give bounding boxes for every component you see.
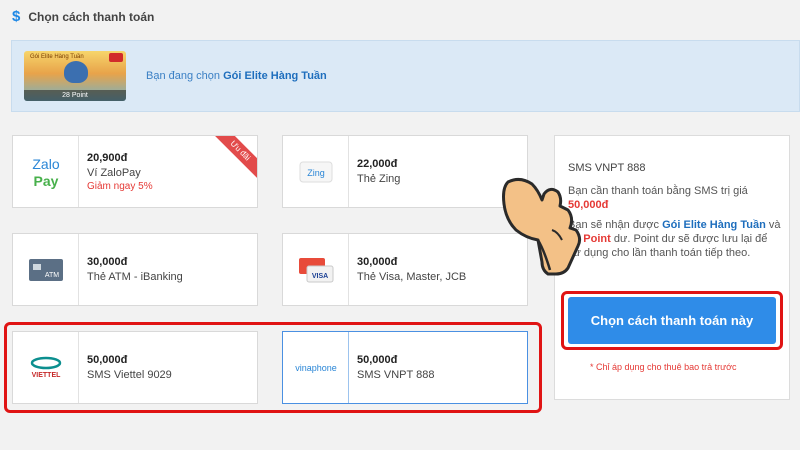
method-price: 20,900đ <box>87 151 128 164</box>
promo-ribbon: Ưu đãi <box>210 136 257 181</box>
prepaid-note: * Chỉ áp dụng cho thuê bao trả trước <box>590 362 737 372</box>
payment-method-visa[interactable]: VISA 30,000đ Thẻ Visa, Master, JCB <box>282 233 528 306</box>
method-price: 22,000đ <box>357 158 398 170</box>
svg-text:Zing: Zing <box>307 168 325 178</box>
confirm-button-highlight: Chọn cách thanh toán này <box>561 291 783 350</box>
section-title: Chọn cách thanh toán <box>28 9 155 24</box>
banner-package-name: Gói Elite Hàng Tuần <box>223 70 327 82</box>
atm-card-icon: ATM <box>13 234 79 305</box>
panel-amount-text: Bạn cần thanh toán bằng SMS trị giá 50,0… <box>568 185 748 211</box>
method-name: Thẻ Zing <box>357 173 401 185</box>
selected-package-banner: Gói Elite Hàng Tuần 28 Point Bạn đang ch… <box>11 40 800 112</box>
method-name: Thẻ ATM - iBanking <box>87 271 183 283</box>
visa-master-icon: VISA <box>283 234 349 305</box>
banner-text: Bạn đang chọn Gói Elite Hàng Tuần <box>146 70 327 82</box>
method-name: Ví ZaloPay <box>87 166 141 179</box>
thumbnail-point: 28 Point <box>24 90 126 101</box>
thumbnail-title: Gói Elite Hàng Tuần <box>30 54 84 60</box>
payment-method-atm[interactable]: ATM 30,000đ Thẻ ATM - iBanking <box>12 233 258 306</box>
method-price: 30,000đ <box>87 256 128 268</box>
character-icon <box>64 61 88 83</box>
svg-text:Pay: Pay <box>33 173 58 189</box>
method-promo: Giảm ngay 5% <box>87 180 153 192</box>
svg-text:Zalo: Zalo <box>32 156 59 172</box>
zing-logo: Zing <box>283 136 349 207</box>
dollar-icon: $ <box>12 8 21 25</box>
hot-badge-icon <box>109 53 123 62</box>
svg-text:ATM: ATM <box>44 272 58 279</box>
method-price: 30,000đ <box>357 256 398 268</box>
pointing-hand-icon <box>502 177 582 276</box>
zalopay-logo: Zalo Pay <box>13 136 79 207</box>
choose-payment-button[interactable]: Chọn cách thanh toán này <box>568 297 776 344</box>
payment-method-zalopay[interactable]: Zalo Pay 20,900đ Ví ZaloPay Giảm ngay 5%… <box>12 135 258 208</box>
panel-receive-text: Bạn sẽ nhận được Gói Elite Hàng Tuần và … <box>568 219 781 259</box>
payment-method-zing[interactable]: Zing 22,000đ Thẻ Zing <box>282 135 528 208</box>
sms-methods-highlight <box>4 322 542 413</box>
banner-prefix: Bạn đang chọn <box>146 70 224 82</box>
method-name: Thẻ Visa, Master, JCB <box>357 271 467 283</box>
svg-text:VISA: VISA <box>311 273 327 280</box>
section-header: $ Chọn cách thanh toán <box>12 8 154 25</box>
package-thumbnail: Gói Elite Hàng Tuần 28 Point <box>24 51 126 101</box>
panel-package: Gói Elite Hàng Tuần <box>662 219 766 231</box>
